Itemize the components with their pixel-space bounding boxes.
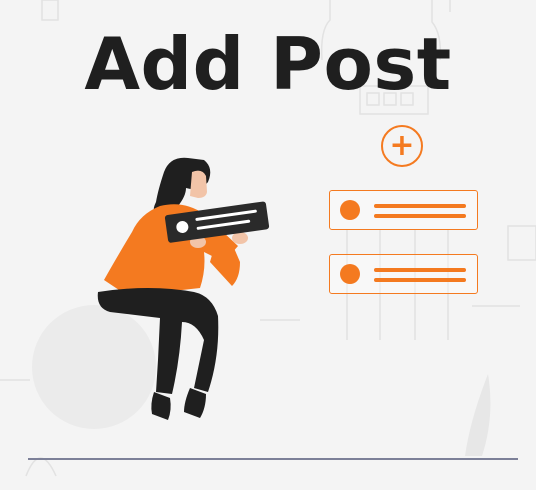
- shoe-left: [151, 392, 171, 420]
- add-post-illustration: Add Post +: [0, 0, 536, 490]
- post-card[interactable]: [329, 190, 478, 230]
- post-avatar-icon: [340, 200, 360, 220]
- post-line: [374, 278, 466, 282]
- page-title: Add Post: [84, 22, 452, 106]
- post-line: [374, 204, 466, 208]
- shoe-right: [184, 388, 206, 418]
- ground-line: [28, 458, 518, 460]
- plus-icon: +: [389, 128, 415, 163]
- post-line: [374, 268, 466, 272]
- arm: [210, 248, 240, 286]
- face: [190, 170, 207, 198]
- legs: [97, 288, 219, 394]
- post-line: [374, 214, 466, 218]
- post-card[interactable]: [329, 254, 478, 294]
- post-avatar-icon: [340, 264, 360, 284]
- add-post-button[interactable]: +: [381, 125, 423, 167]
